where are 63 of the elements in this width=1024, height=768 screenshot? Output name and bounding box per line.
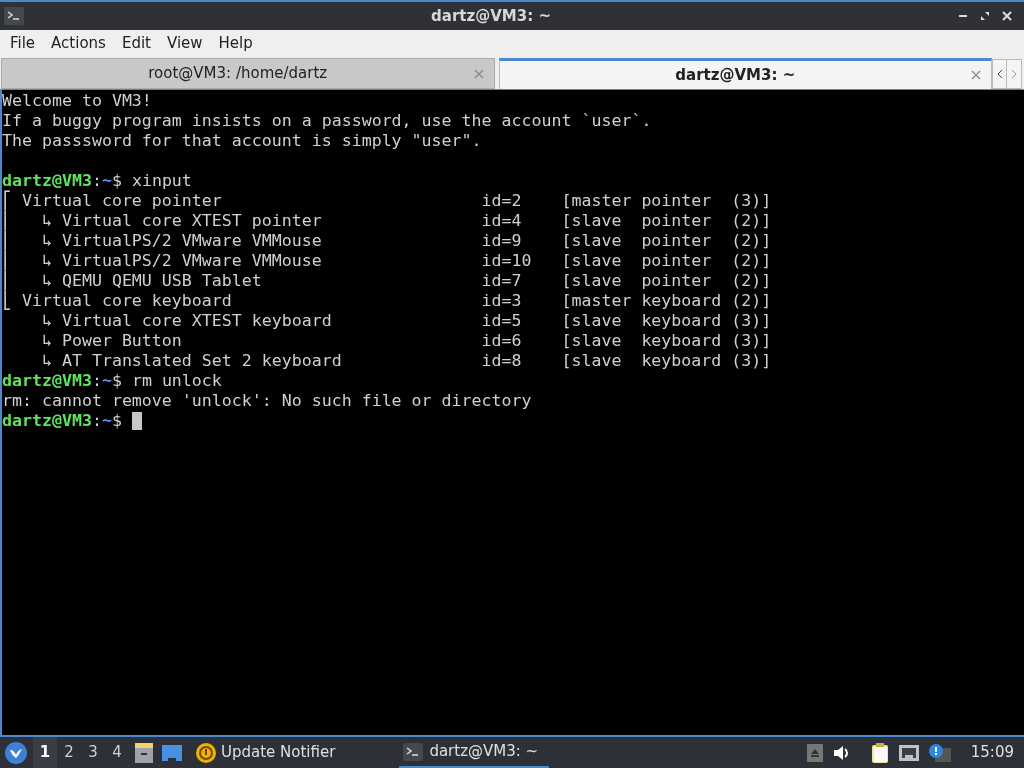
menu-item[interactable]: File	[2, 32, 44, 55]
device-name: ⎡ Virtual core pointer	[2, 191, 223, 210]
device-role: [slave keyboard (3)]	[561, 311, 772, 331]
taskbar-button[interactable]: dartz@VM3: ~	[399, 737, 550, 768]
device-role: [slave pointer (2)]	[561, 211, 772, 231]
command-line: dartz@VM3:~$ xinput	[2, 171, 192, 190]
chevron-right-icon	[1011, 69, 1017, 79]
device-id: id=9	[481, 231, 523, 251]
menu-item[interactable]: View	[158, 32, 211, 55]
device-name: ⎜ ↳ VirtualPS/2 VMware VMMouse	[2, 231, 323, 250]
device-name: ↳ AT Translated Set 2 keyboard	[40, 351, 343, 371]
menu-item[interactable]: Actions	[43, 32, 114, 55]
maximize-icon[interactable]	[980, 11, 990, 21]
device-id: id=2	[481, 191, 523, 211]
device-role: [master pointer (3)]	[561, 191, 772, 211]
device-name: ⎜ ↳ QEMU QEMU USB Tablet	[2, 271, 263, 290]
output-line: If a buggy program insists on a password, use the account `user`.	[2, 111, 653, 131]
device-name: ↳ Virtual core XTEST keyboard	[40, 311, 333, 331]
output-line: rm: cannot remove 'unlock': No such file or directory	[2, 391, 533, 411]
menu-item[interactable]: Help	[210, 32, 261, 55]
output-line: The passsword for that account is simply "user".	[2, 131, 483, 151]
terminal-icon	[4, 7, 24, 25]
device-name: ⎜ ↳ VirtualPS/2 VMware VMMouse	[2, 251, 323, 270]
device-role: [slave pointer (2)]	[561, 251, 772, 271]
notification-icon[interactable]	[928, 743, 951, 762]
desktop-switch[interactable]: 2	[57, 737, 81, 768]
command-line: dartz@VM3:~$	[2, 411, 122, 431]
file-cabinet-icon[interactable]	[133, 741, 155, 764]
taskbar-button[interactable]: Update Notifier	[191, 737, 340, 768]
start-menu-icon[interactable]	[5, 741, 27, 764]
terminal-area[interactable]	[0, 89, 1024, 735]
device-id: id=6	[481, 331, 523, 351]
chevron-left-icon	[996, 69, 1003, 79]
device-id: id=3	[481, 291, 523, 311]
device-id: id=10	[481, 251, 533, 271]
network-icon[interactable]	[898, 744, 919, 761]
clipboard-icon[interactable]	[870, 742, 889, 763]
device-role: [slave pointer (2)]	[561, 271, 772, 291]
window-icon[interactable]	[161, 742, 183, 763]
volume-icon[interactable]	[832, 744, 851, 761]
device-role: [slave keyboard (3)]	[561, 331, 772, 351]
device-id: id=5	[481, 311, 523, 331]
menu-item[interactable]: Edit	[113, 32, 159, 55]
device-role: [slave keyboard (3)]	[561, 351, 772, 371]
device-name: ↳ Power Button	[40, 331, 183, 351]
desktop-switch[interactable]: 3	[81, 737, 105, 768]
terminal-icon	[403, 742, 426, 761]
device-id: id=7	[481, 271, 523, 291]
device-role: [master keyboard (2)]	[561, 291, 772, 311]
device-id: id=4	[481, 211, 523, 231]
clock[interactable]: 15:09	[970, 741, 1014, 764]
tab[interactable]: root@VM3: /home/dartz	[1, 58, 495, 89]
tab[interactable]: dartz@VM3: ~	[498, 58, 992, 89]
output-line: Welcome to VM3!	[2, 91, 153, 111]
desktop-switch[interactable]: 4	[105, 737, 129, 768]
device-role: [slave pointer (2)]	[561, 231, 772, 251]
device-name: ⎜ ↳ Virtual core XTEST pointer	[2, 211, 323, 230]
eject-icon[interactable]	[806, 743, 823, 762]
window-title: dartz@VM3: ~	[431, 5, 551, 27]
device-name: ⎣ Virtual core keyboard	[2, 291, 233, 311]
command-line: dartz@VM3:~$ rm unlock	[2, 371, 222, 391]
desktop-switch[interactable]: 1	[33, 737, 57, 768]
device-id: id=8	[481, 351, 523, 371]
